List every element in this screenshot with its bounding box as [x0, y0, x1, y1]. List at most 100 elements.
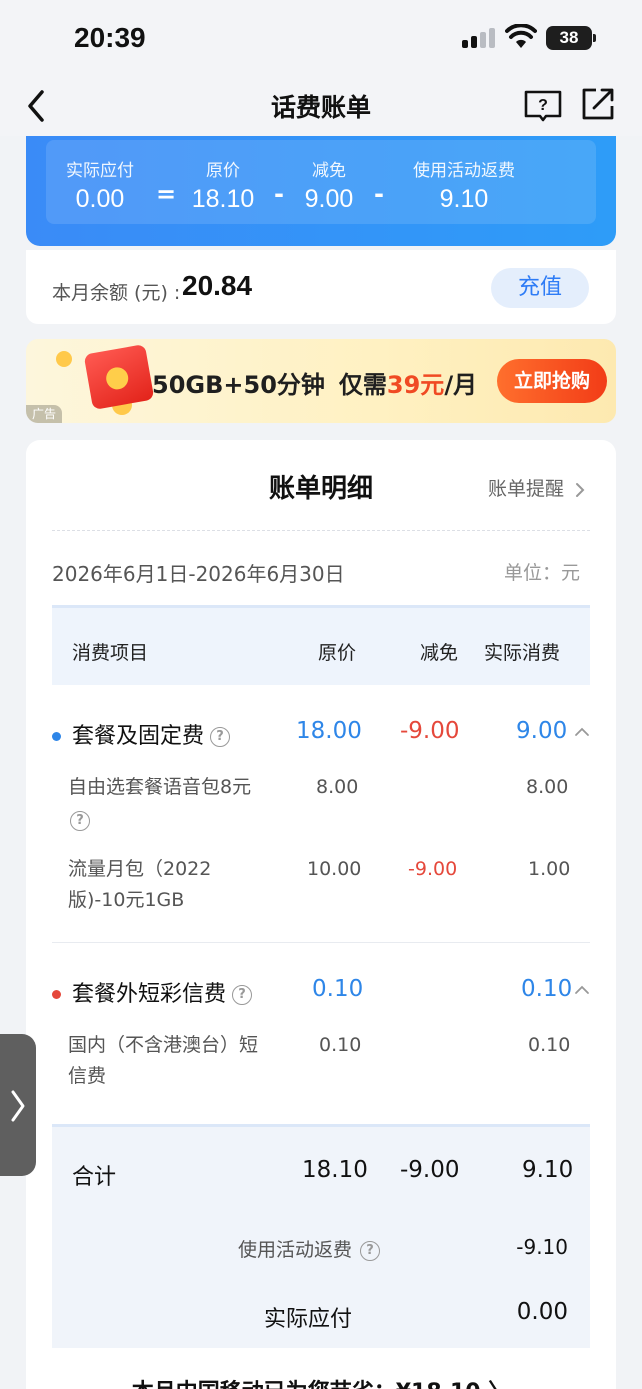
item-original: 0.10 [319, 1034, 362, 1056]
group-row-sms[interactable]: 套餐外短彩信费? 0.10 0.10 [52, 974, 590, 1014]
group-actual: 9.00 [516, 718, 568, 744]
summary-payable-label: 实际应付 [66, 161, 134, 181]
balance-label: 本月余额 (元) : [52, 282, 181, 304]
unit-label: 单位：元 [503, 562, 580, 584]
summary-original: 原价 18.10 [188, 156, 258, 214]
item-name-line2: 信费 [68, 1065, 107, 1087]
help-book-icon[interactable]: ? [524, 88, 562, 122]
payable-value: 0.00 [516, 1299, 568, 1325]
payable-label: 实际应付 [264, 1307, 353, 1332]
item-name: 国内（不含港澳台）短 信费 [68, 1030, 288, 1092]
item-name-line1: 自由选套餐语音包8元 [68, 776, 252, 798]
group-name: 套餐外短彩信费? [72, 976, 253, 1008]
item-name: 流量月包（2022 版)-10元1GB [68, 854, 288, 916]
col-actual: 实际消费 [484, 642, 561, 664]
svg-text:?: ? [538, 97, 548, 114]
summary-discount-label: 减免 [312, 161, 346, 181]
total-summary: 合计 18.10 -9.00 9.10 使用活动返费? -9.10 实际应付 0… [52, 1124, 590, 1348]
red-dot-icon [52, 990, 61, 999]
chevron-up-icon[interactable] [574, 982, 590, 998]
summary-original-value: 18.10 [191, 185, 255, 213]
summary-discount: 减免 9.00 [296, 156, 362, 214]
question-icon[interactable]: ? [210, 727, 231, 747]
group-name-text: 套餐及固定费 [72, 724, 205, 749]
item-name-line2: 版)-10元1GB [68, 889, 185, 911]
red-envelope-icon [83, 344, 155, 410]
savings-link[interactable]: 本月中国移动已为您节省：¥18.10 〉 [26, 1374, 616, 1389]
promo-text-suffix: /月 [444, 371, 478, 399]
chevron-up-icon[interactable] [574, 724, 590, 740]
minus-sign: - [374, 180, 384, 208]
table-header: 消费项目 原价 减免 实际消费 [52, 605, 590, 685]
summary-payable: 实际应付 0.00 [54, 156, 146, 214]
item-original: 10.00 [307, 858, 362, 880]
col-discount: 减免 [420, 642, 459, 664]
promo-text-prefix: 仅需 [338, 371, 387, 399]
group-discount: -9.00 [400, 718, 460, 744]
coin-icon [56, 351, 72, 367]
item-help: ? [68, 805, 288, 836]
promo-price: 39元 [386, 371, 445, 399]
share-icon[interactable] [580, 86, 616, 122]
divider [52, 530, 590, 531]
summary-refund-label: 使用活动返费 [413, 161, 515, 181]
question-icon[interactable]: ? [232, 985, 253, 1005]
minus-sign: - [274, 180, 284, 208]
group-name-text: 套餐外短彩信费 [72, 982, 227, 1007]
signal-icon [462, 28, 496, 48]
bill-reminder-label: 账单提醒 [487, 478, 564, 500]
item-actual: 1.00 [528, 858, 571, 880]
nav-bar: 话费账单 ? [0, 76, 642, 136]
bill-detail-card: 账单明细 账单提醒 2026年6月1日-2026年6月30日 单位：元 消费项目… [26, 440, 616, 1389]
item-discount: -9.00 [408, 858, 458, 880]
refund-value: -9.10 [516, 1235, 568, 1259]
promo-text-part1: 50GB+50分钟 [152, 371, 325, 399]
question-icon[interactable]: ? [70, 810, 90, 831]
summary-original-label: 原价 [206, 161, 240, 181]
refund-label-text: 使用活动返费 [238, 1239, 353, 1261]
balance-card: 本月余额 (元) : 20.84 充值 [26, 250, 616, 324]
bill-summary-card: 实际应付 0.00 = 原价 18.10 - 减免 9.00 - 使用活动返费 … [26, 136, 616, 246]
item-original: 8.00 [316, 776, 359, 798]
item-name-line1: 流量月包（2022 [68, 858, 212, 880]
group-row-package[interactable]: 套餐及固定费? 18.00 -9.00 9.00 [52, 716, 590, 756]
recharge-button[interactable]: 充值 [491, 268, 589, 308]
total-discount: -9.00 [400, 1157, 460, 1183]
status-bar: 20:39 38 [0, 0, 642, 76]
summary-refund-value: 9.10 [439, 185, 489, 213]
balance-value: 20.84 [182, 270, 253, 301]
promo-banner[interactable]: 广告 50GB+50分钟 仅需39元/月 立即抢购 [26, 339, 616, 423]
total-original: 18.10 [302, 1157, 368, 1183]
ad-tag: 广告 [26, 405, 62, 423]
summary-refund: 使用活动返费 9.10 [400, 156, 528, 214]
status-time: 20:39 [74, 22, 146, 53]
wifi-icon [505, 24, 537, 48]
side-expand-tab[interactable] [0, 1034, 36, 1176]
group-original: 0.10 [312, 976, 364, 1002]
refund-label: 使用活动返费? [238, 1235, 381, 1262]
chevron-right-icon [11, 1090, 25, 1122]
summary-payable-value: 0.00 [75, 185, 125, 213]
equals-sign: = [156, 180, 177, 208]
buy-now-button[interactable]: 立即抢购 [497, 359, 607, 403]
item-actual: 0.10 [528, 1034, 571, 1056]
group-name: 套餐及固定费? [72, 718, 231, 750]
battery-icon: 38 [546, 26, 596, 50]
total-label: 合计 [72, 1165, 117, 1190]
item-actual: 8.00 [526, 776, 569, 798]
total-actual: 9.10 [522, 1157, 574, 1183]
group-original: 18.00 [296, 718, 362, 744]
col-original: 原价 [318, 642, 357, 664]
bill-reminder-link[interactable]: 账单提醒 [488, 474, 586, 501]
chevron-right-icon [576, 482, 585, 497]
blue-dot-icon [52, 732, 61, 741]
promo-text: 50GB+50分钟 仅需39元/月 [152, 365, 477, 400]
summary-discount-value: 9.00 [304, 185, 354, 213]
item-name-line1: 国内（不含港澳台）短 [68, 1034, 259, 1056]
col-item: 消费项目 [72, 642, 149, 664]
divider [52, 942, 590, 943]
question-icon[interactable]: ? [360, 1240, 381, 1261]
summary-equation: 实际应付 0.00 = 原价 18.10 - 减免 9.00 - 使用活动返费 … [46, 140, 596, 224]
bill-period: 2026年6月1日-2026年6月30日 [52, 562, 345, 586]
item-name: 自由选套餐语音包8元 ? [68, 772, 288, 836]
